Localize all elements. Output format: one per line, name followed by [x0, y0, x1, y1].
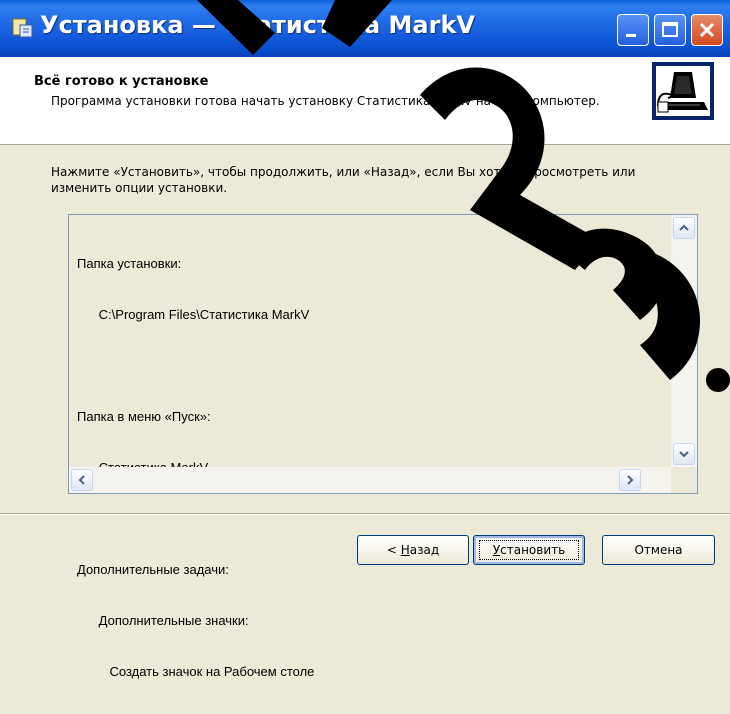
horizontal-scrollbar[interactable] [69, 467, 671, 493]
close-button[interactable] [691, 14, 723, 46]
close-icon [699, 22, 715, 38]
memo-line: C:\Program Files\Статистика MarkV [77, 307, 310, 322]
minimize-icon [626, 34, 636, 37]
minimize-button[interactable] [617, 14, 649, 46]
memo-line [77, 357, 314, 374]
back-button-accel: Н [400, 543, 410, 557]
computer-install-icon [652, 62, 714, 120]
chevron-right-icon [627, 475, 634, 485]
header-panel: Всё готово к установке Программа установ… [0, 57, 730, 145]
back-button-label: азад [409, 543, 440, 557]
instruction-text: Нажмите «Установить», чтобы продолжить, … [51, 165, 636, 195]
memo-line: Папка установки: [77, 256, 182, 271]
scroll-left-button[interactable] [71, 469, 93, 491]
vertical-scrollbar[interactable] [671, 215, 697, 467]
chevron-up-icon [679, 224, 689, 231]
scroll-down-button[interactable] [673, 443, 695, 465]
scroll-right-button[interactable] [619, 469, 641, 491]
scrollbar-corner [671, 467, 697, 493]
memo-line: Дополнительные значки: [77, 613, 249, 628]
cancel-button[interactable]: Отмена [602, 535, 715, 565]
installer-icon [12, 18, 33, 38]
chevron-left-icon [78, 475, 85, 485]
page-subtitle: Программа установки готова начать устано… [51, 94, 600, 108]
summary-memo[interactable]: Папка установки: C:\Program Files\Статис… [68, 214, 698, 679]
scroll-up-button[interactable] [673, 217, 695, 239]
title-bar[interactable]: Установка — Статистика MarkV [0, 0, 730, 57]
memo-line: Создать значок на Рабочем столе [77, 664, 315, 679]
chevron-down-icon [679, 451, 689, 458]
maximize-icon [662, 22, 678, 37]
memo-line: Дополнительные задачи: [77, 562, 229, 577]
button-divider [0, 513, 730, 515]
install-button[interactable]: Установить [473, 535, 585, 565]
back-button-prefix: < [386, 543, 401, 557]
memo-line: Папка в меню «Пуск»: [77, 409, 211, 424]
window-title: Установка — Статистика MarkV [40, 11, 475, 39]
page-title: Всё готово к установке [34, 74, 209, 89]
back-button[interactable]: < Назад [357, 535, 469, 565]
maximize-button[interactable] [654, 14, 686, 46]
focus-rectangle [479, 540, 579, 560]
